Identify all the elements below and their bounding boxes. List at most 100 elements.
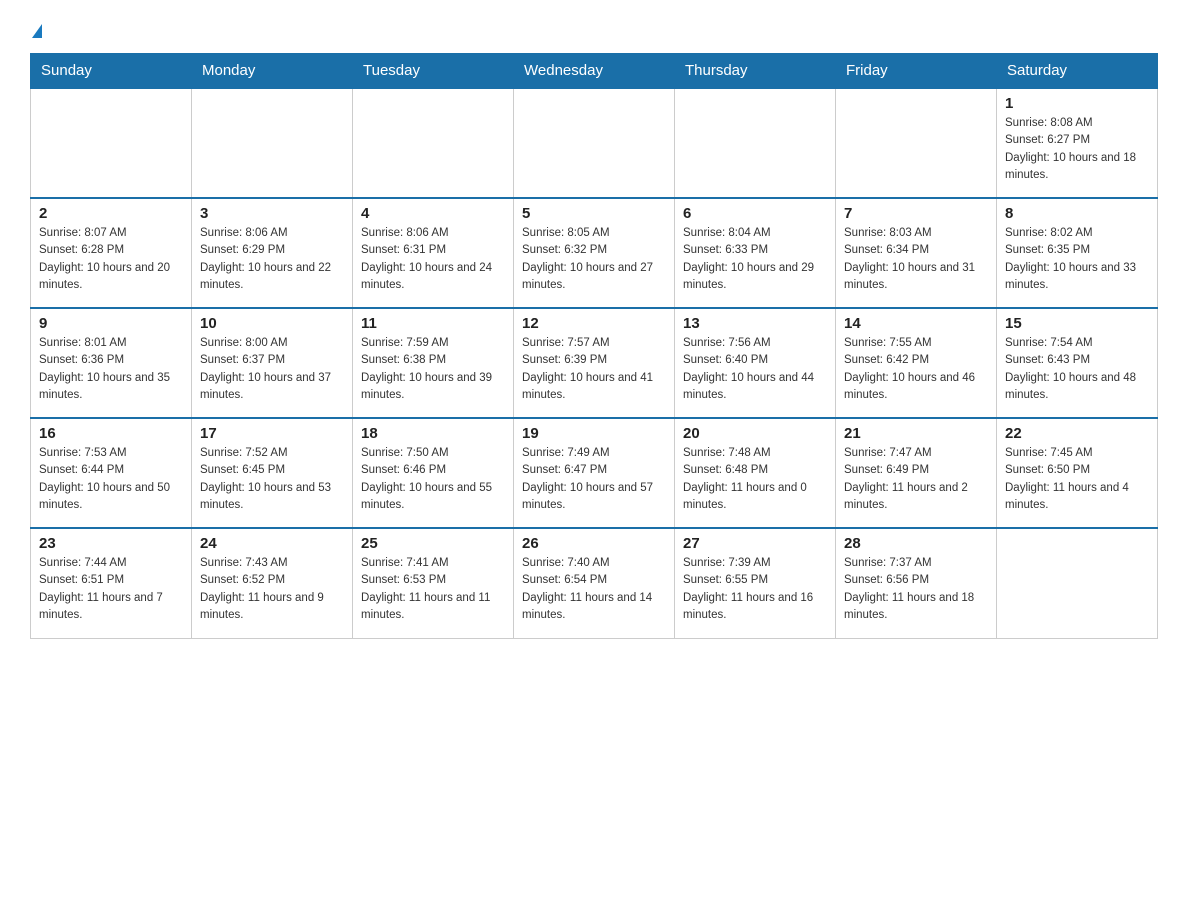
calendar-cell xyxy=(514,88,675,198)
day-number: 12 xyxy=(522,315,666,332)
day-number: 24 xyxy=(200,535,344,552)
day-info: Sunrise: 7:43 AM Sunset: 6:52 PM Dayligh… xyxy=(200,555,344,624)
day-info: Sunrise: 7:57 AM Sunset: 6:39 PM Dayligh… xyxy=(522,335,666,404)
logo xyxy=(30,20,42,43)
day-number: 10 xyxy=(200,315,344,332)
calendar-cell: 6 Sunrise: 8:04 AM Sunset: 6:33 PM Daylig… xyxy=(675,198,836,308)
day-number: 23 xyxy=(39,535,183,552)
day-info: Sunrise: 7:48 AM Sunset: 6:48 PM Dayligh… xyxy=(683,445,827,514)
calendar-cell: 11 Sunrise: 7:59 AM Sunset: 6:38 PM Dayli… xyxy=(353,308,514,418)
day-number: 16 xyxy=(39,425,183,442)
calendar-cell: 28 Sunrise: 7:37 AM Sunset: 6:56 PM Dayli… xyxy=(836,528,997,638)
calendar-cell: 1Sunrise: 8:08 AM Sunset: 6:27 PM Daylig… xyxy=(997,88,1158,198)
day-info: Sunrise: 7:50 AM Sunset: 6:46 PM Dayligh… xyxy=(361,445,505,514)
day-info: Sunrise: 7:52 AM Sunset: 6:45 PM Dayligh… xyxy=(200,445,344,514)
day-info: Sunrise: 8:06 AM Sunset: 6:31 PM Dayligh… xyxy=(361,225,505,294)
calendar-cell: 23 Sunrise: 7:44 AM Sunset: 6:51 PM Dayli… xyxy=(31,528,192,638)
day-info: Sunrise: 8:07 AM Sunset: 6:28 PM Dayligh… xyxy=(39,225,183,294)
logo-triangle-icon xyxy=(32,24,42,38)
calendar-cell: 20 Sunrise: 7:48 AM Sunset: 6:48 PM Dayli… xyxy=(675,418,836,528)
day-number: 14 xyxy=(844,315,988,332)
day-number: 21 xyxy=(844,425,988,442)
day-info: Sunrise: 7:54 AM Sunset: 6:43 PM Dayligh… xyxy=(1005,335,1149,404)
weekday-header-tuesday: Tuesday xyxy=(353,54,514,89)
calendar-week-row: 16 Sunrise: 7:53 AM Sunset: 6:44 PM Dayli… xyxy=(31,418,1158,528)
calendar-cell: 24 Sunrise: 7:43 AM Sunset: 6:52 PM Dayli… xyxy=(192,528,353,638)
calendar-cell: 21 Sunrise: 7:47 AM Sunset: 6:49 PM Dayli… xyxy=(836,418,997,528)
day-number: 6 xyxy=(683,205,827,222)
day-number: 2 xyxy=(39,205,183,222)
day-info: Sunrise: 8:03 AM Sunset: 6:34 PM Dayligh… xyxy=(844,225,988,294)
day-number: 1 xyxy=(1005,95,1149,112)
weekday-header-monday: Monday xyxy=(192,54,353,89)
calendar-cell: 5 Sunrise: 8:05 AM Sunset: 6:32 PM Daylig… xyxy=(514,198,675,308)
weekday-header-saturday: Saturday xyxy=(997,54,1158,89)
day-info: Sunrise: 7:45 AM Sunset: 6:50 PM Dayligh… xyxy=(1005,445,1149,514)
calendar-week-row: 9 Sunrise: 8:01 AM Sunset: 6:36 PM Daylig… xyxy=(31,308,1158,418)
day-number: 4 xyxy=(361,205,505,222)
calendar-cell: 7 Sunrise: 8:03 AM Sunset: 6:34 PM Daylig… xyxy=(836,198,997,308)
day-number: 9 xyxy=(39,315,183,332)
day-number: 11 xyxy=(361,315,505,332)
day-info: Sunrise: 7:49 AM Sunset: 6:47 PM Dayligh… xyxy=(522,445,666,514)
day-info: Sunrise: 8:05 AM Sunset: 6:32 PM Dayligh… xyxy=(522,225,666,294)
logo-text xyxy=(30,20,42,43)
calendar-cell: 18 Sunrise: 7:50 AM Sunset: 6:46 PM Dayli… xyxy=(353,418,514,528)
day-number: 27 xyxy=(683,535,827,552)
weekday-header-wednesday: Wednesday xyxy=(514,54,675,89)
day-info: Sunrise: 8:01 AM Sunset: 6:36 PM Dayligh… xyxy=(39,335,183,404)
day-number: 20 xyxy=(683,425,827,442)
day-info: Sunrise: 8:00 AM Sunset: 6:37 PM Dayligh… xyxy=(200,335,344,404)
day-info: Sunrise: 7:37 AM Sunset: 6:56 PM Dayligh… xyxy=(844,555,988,624)
calendar-cell: 27 Sunrise: 7:39 AM Sunset: 6:55 PM Dayli… xyxy=(675,528,836,638)
day-info: Sunrise: 7:41 AM Sunset: 6:53 PM Dayligh… xyxy=(361,555,505,624)
day-number: 13 xyxy=(683,315,827,332)
day-number: 5 xyxy=(522,205,666,222)
day-number: 7 xyxy=(844,205,988,222)
calendar-week-row: 2 Sunrise: 8:07 AM Sunset: 6:28 PM Daylig… xyxy=(31,198,1158,308)
day-number: 19 xyxy=(522,425,666,442)
page-header xyxy=(30,20,1158,43)
day-number: 8 xyxy=(1005,205,1149,222)
day-info: Sunrise: 7:39 AM Sunset: 6:55 PM Dayligh… xyxy=(683,555,827,624)
day-number: 3 xyxy=(200,205,344,222)
calendar-cell xyxy=(997,528,1158,638)
calendar-cell: 13 Sunrise: 7:56 AM Sunset: 6:40 PM Dayli… xyxy=(675,308,836,418)
calendar-cell xyxy=(31,88,192,198)
day-info: Sunrise: 8:02 AM Sunset: 6:35 PM Dayligh… xyxy=(1005,225,1149,294)
day-number: 18 xyxy=(361,425,505,442)
calendar-cell xyxy=(836,88,997,198)
day-number: 28 xyxy=(844,535,988,552)
calendar-cell: 9 Sunrise: 8:01 AM Sunset: 6:36 PM Daylig… xyxy=(31,308,192,418)
day-info: Sunrise: 7:53 AM Sunset: 6:44 PM Dayligh… xyxy=(39,445,183,514)
calendar-cell: 15 Sunrise: 7:54 AM Sunset: 6:43 PM Dayli… xyxy=(997,308,1158,418)
day-info: Sunrise: 7:44 AM Sunset: 6:51 PM Dayligh… xyxy=(39,555,183,624)
weekday-header-thursday: Thursday xyxy=(675,54,836,89)
day-info: Sunrise: 7:40 AM Sunset: 6:54 PM Dayligh… xyxy=(522,555,666,624)
calendar-cell: 26Sunrise: 7:40 AM Sunset: 6:54 PM Dayli… xyxy=(514,528,675,638)
calendar-cell xyxy=(192,88,353,198)
calendar-cell: 2 Sunrise: 8:07 AM Sunset: 6:28 PM Daylig… xyxy=(31,198,192,308)
day-info: Sunrise: 7:47 AM Sunset: 6:49 PM Dayligh… xyxy=(844,445,988,514)
day-info: Sunrise: 7:55 AM Sunset: 6:42 PM Dayligh… xyxy=(844,335,988,404)
day-number: 25 xyxy=(361,535,505,552)
day-number: 22 xyxy=(1005,425,1149,442)
calendar-cell: 10 Sunrise: 8:00 AM Sunset: 6:37 PM Dayli… xyxy=(192,308,353,418)
calendar-cell: 22 Sunrise: 7:45 AM Sunset: 6:50 PM Dayli… xyxy=(997,418,1158,528)
day-info: Sunrise: 8:04 AM Sunset: 6:33 PM Dayligh… xyxy=(683,225,827,294)
calendar-week-row: 23 Sunrise: 7:44 AM Sunset: 6:51 PM Dayli… xyxy=(31,528,1158,638)
calendar-week-row: 1Sunrise: 8:08 AM Sunset: 6:27 PM Daylig… xyxy=(31,88,1158,198)
calendar-cell: 12 Sunrise: 7:57 AM Sunset: 6:39 PM Dayli… xyxy=(514,308,675,418)
calendar-cell: 19 Sunrise: 7:49 AM Sunset: 6:47 PM Dayli… xyxy=(514,418,675,528)
calendar-cell xyxy=(675,88,836,198)
day-info: Sunrise: 7:59 AM Sunset: 6:38 PM Dayligh… xyxy=(361,335,505,404)
calendar-cell: 3 Sunrise: 8:06 AM Sunset: 6:29 PM Daylig… xyxy=(192,198,353,308)
calendar-cell: 16 Sunrise: 7:53 AM Sunset: 6:44 PM Dayli… xyxy=(31,418,192,528)
weekday-header-friday: Friday xyxy=(836,54,997,89)
weekday-header-sunday: Sunday xyxy=(31,54,192,89)
day-number: 15 xyxy=(1005,315,1149,332)
day-info: Sunrise: 8:06 AM Sunset: 6:29 PM Dayligh… xyxy=(200,225,344,294)
calendar-cell: 17Sunrise: 7:52 AM Sunset: 6:45 PM Dayli… xyxy=(192,418,353,528)
calendar-cell: 8 Sunrise: 8:02 AM Sunset: 6:35 PM Daylig… xyxy=(997,198,1158,308)
day-info: Sunrise: 7:56 AM Sunset: 6:40 PM Dayligh… xyxy=(683,335,827,404)
